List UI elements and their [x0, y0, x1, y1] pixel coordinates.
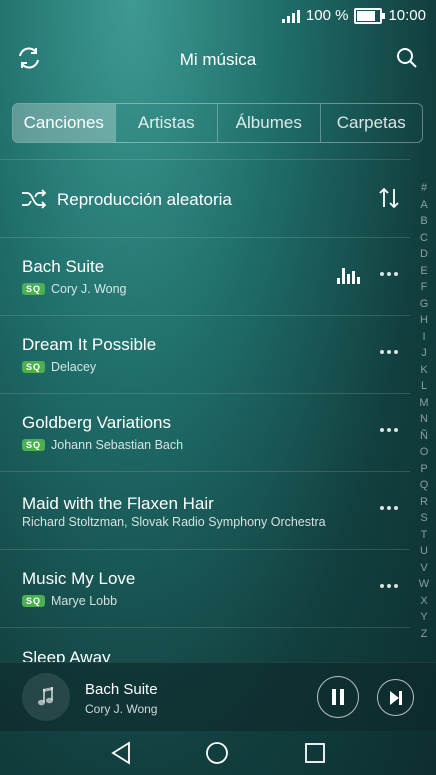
song-row[interactable]: Bach Suite SQ Cory J. Wong — [0, 238, 410, 316]
now-playing-title: Bach Suite — [85, 681, 158, 698]
alphabet-index-letter[interactable]: O — [420, 444, 429, 461]
now-playing-artist: Cory J. Wong — [85, 702, 158, 716]
alphabet-index-letter[interactable]: V — [420, 560, 427, 577]
tab-artistas[interactable]: Artistas — [114, 104, 218, 142]
alphabet-index-letter[interactable]: A — [420, 197, 427, 214]
clock: 10:00 — [388, 7, 426, 24]
home-icon[interactable] — [205, 741, 229, 765]
song-row[interactable]: Maid with the Flaxen Hair Richard Stoltz… — [0, 472, 410, 550]
song-artist: Marye Lobb — [51, 594, 118, 608]
more-options-icon[interactable] — [380, 350, 398, 354]
recent-apps-icon[interactable] — [304, 742, 326, 764]
alphabet-index-letter[interactable]: C — [420, 230, 428, 247]
song-row[interactable]: Dream It Possible SQ Delacey — [0, 316, 410, 394]
alphabet-index-letter[interactable]: I — [422, 329, 425, 346]
tab-canciones[interactable]: Canciones — [13, 104, 115, 142]
song-artist: Cory J. Wong — [51, 282, 127, 296]
shuffle-label: Reproducción aleatoria — [57, 190, 232, 209]
song-title: Music My Love — [22, 569, 136, 588]
app-header: Mi música — [0, 30, 436, 88]
now-playing-equalizer-icon — [337, 268, 360, 284]
signal-icon — [281, 9, 300, 23]
alphabet-index-letter[interactable]: S — [420, 510, 427, 527]
alphabet-index-letter[interactable]: J — [421, 345, 427, 362]
status-bar: 100 % 10:00 — [0, 0, 436, 30]
alphabet-index-letter[interactable]: Z — [421, 626, 428, 643]
alphabet-index-letter[interactable]: G — [420, 296, 429, 313]
more-options-icon[interactable] — [380, 428, 398, 432]
divider — [0, 627, 410, 628]
alphabet-index-letter[interactable]: D — [420, 246, 428, 263]
sq-badge: SQ — [22, 361, 46, 373]
alphabet-index-letter[interactable]: U — [420, 543, 428, 560]
alphabet-index-letter[interactable]: P — [420, 461, 427, 478]
alphabet-index-letter[interactable]: N — [420, 411, 428, 428]
song-title: Maid with the Flaxen Hair — [22, 494, 214, 513]
tab-albumes[interactable]: Álbumes — [217, 104, 320, 142]
song-title: Goldberg Variations — [22, 413, 171, 432]
more-options-icon[interactable] — [380, 506, 398, 510]
alphabet-index-letter[interactable]: K — [420, 362, 427, 379]
alphabet-index-letter[interactable]: Ñ — [420, 428, 428, 445]
skip-next-icon — [389, 690, 402, 705]
alphabet-index-letter[interactable]: X — [420, 593, 427, 610]
battery-percentage: 100 % — [305, 7, 349, 24]
song-artist: Johann Sebastian Bach — [51, 438, 184, 452]
alphabet-index-letter[interactable]: B — [420, 213, 427, 230]
now-playing-bar[interactable]: Bach Suite Cory J. Wong — [0, 662, 436, 731]
pause-icon — [332, 689, 344, 705]
alphabet-index[interactable]: # A B C D E F G H I J K L M N Ñ O P Q R S T U V W X Y Z — [417, 180, 431, 642]
alphabet-index-letter[interactable]: E — [420, 263, 427, 280]
song-row[interactable]: Music My Love SQ Marye Lobb — [0, 550, 410, 628]
page-title: Mi música — [179, 50, 257, 69]
more-options-icon[interactable] — [380, 272, 398, 276]
sq-badge: SQ — [22, 283, 46, 295]
alphabet-index-letter[interactable]: T — [421, 527, 428, 544]
song-title: Dream It Possible — [22, 335, 157, 354]
music-note-icon — [22, 673, 70, 721]
alphabet-index-letter[interactable]: Q — [420, 477, 429, 494]
sq-badge: SQ — [22, 439, 46, 451]
next-button[interactable] — [377, 679, 414, 716]
shuffle-row[interactable]: Reproducción aleatoria — [0, 160, 410, 238]
battery-icon — [354, 7, 386, 24]
alphabet-index-letter[interactable]: M — [419, 395, 428, 412]
song-title[interactable]: Sleep Away — [22, 648, 111, 662]
pause-button[interactable] — [317, 676, 359, 718]
song-title: Bach Suite — [22, 257, 105, 276]
alphabet-index-letter[interactable]: L — [421, 378, 427, 395]
tab-carpetas[interactable]: Carpetas — [319, 104, 423, 142]
system-nav-bar — [0, 730, 436, 775]
alphabet-index-letter[interactable]: R — [420, 494, 428, 511]
alphabet-index-letter[interactable]: F — [421, 279, 428, 296]
song-artist: Richard Stoltzman, Slovak Radio Symphony… — [22, 515, 326, 529]
back-icon[interactable] — [110, 741, 132, 765]
alphabet-index-letter[interactable]: H — [420, 312, 428, 329]
more-options-icon[interactable] — [380, 584, 398, 588]
alphabet-index-letter[interactable]: Y — [420, 609, 427, 626]
song-artist: Delacey — [51, 360, 97, 374]
search-icon[interactable] — [392, 43, 422, 73]
sq-badge: SQ — [22, 595, 46, 607]
sort-icon[interactable] — [376, 186, 402, 215]
alphabet-index-letter[interactable]: W — [419, 576, 429, 593]
alphabet-index-letter[interactable]: # — [421, 180, 427, 197]
shuffle-icon — [20, 187, 48, 216]
tab-bar: Canciones Artistas Álbumes Carpetas — [12, 103, 423, 143]
song-row[interactable]: Goldberg Variations SQ Johann Sebastian B… — [0, 394, 410, 472]
